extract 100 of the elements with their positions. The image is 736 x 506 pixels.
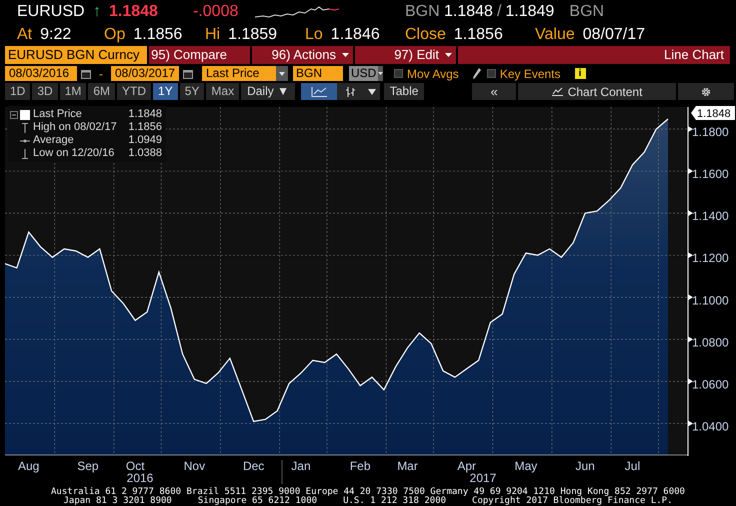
end-date-field[interactable]: 08/03/2017 [111, 66, 179, 81]
period-tab[interactable]: Max [206, 83, 240, 100]
price-change: -.0008 [193, 2, 240, 22]
x-tick-label: Apr [457, 459, 476, 473]
legend-value: 1.0388 [128, 147, 163, 160]
bid-price: 1.1848 [444, 2, 493, 22]
collapse-button[interactable]: « [472, 83, 516, 100]
footer-contacts: U.S. 1 212 318 2000 [343, 497, 446, 506]
calendar-icon[interactable] [183, 68, 193, 78]
legend-label: Last Price [33, 108, 83, 121]
ticker: EURUSD [17, 2, 86, 22]
legend-label: Average [33, 134, 75, 147]
y-tick-label: 1.1200 [692, 251, 729, 266]
source-label: BGN [569, 2, 604, 22]
field-label: Op [104, 24, 126, 44]
legend-value: 1.0949 [128, 134, 163, 147]
field-label: At [17, 24, 32, 44]
x-tick-label: Feb [350, 459, 371, 473]
menu-button[interactable]: 96) Actions [252, 46, 353, 64]
direction-arrow: ↑ [93, 2, 102, 22]
frequency-dropdown[interactable]: Daily ▼ [241, 83, 296, 100]
period-tab[interactable]: 1Y [153, 83, 178, 100]
field-dropdown[interactable]: Last Price [202, 66, 288, 81]
y-tick-label: 1.1000 [692, 293, 729, 308]
checkbox[interactable]: Key Events [486, 64, 561, 82]
caret-icon [279, 72, 285, 76]
settings-icon [701, 86, 712, 96]
pencil-icon[interactable] [472, 68, 481, 79]
caret-icon [368, 88, 376, 94]
chart-title: Line Chart [458, 46, 730, 64]
x-tick-label: Dec [242, 459, 264, 473]
calendar-icon[interactable] [81, 68, 91, 78]
field-value: 1.1859 [228, 24, 278, 44]
x-tick-label: Aug [18, 459, 40, 473]
source-label: BGN [405, 2, 441, 22]
period-tab[interactable]: 1M [60, 83, 86, 100]
field-value: 08/07/17 [582, 24, 646, 44]
bars-button[interactable] [337, 83, 364, 100]
line-chart-icon [311, 86, 328, 96]
x-tick-label: Nov [184, 459, 206, 473]
x-tick-label: May [514, 459, 538, 473]
y-tick-label: 1.1800 [692, 125, 729, 140]
last-price: 1.1848 [109, 2, 159, 22]
chart-content-button[interactable]: Chart Content [518, 83, 676, 100]
footer-contacts: Copyright 2017 Bloomberg Finance L.P. [472, 497, 673, 506]
menu-button[interactable]: 97) Edit [355, 46, 456, 64]
dropdown-button[interactable] [364, 83, 380, 100]
period-tab[interactable]: 3D [32, 83, 58, 100]
period-tab[interactable]: YTD [117, 83, 152, 100]
field-label: Lo [305, 24, 323, 44]
legend-label: Low on 12/20/16 [33, 147, 116, 160]
ask-price: 1.1849 [505, 2, 556, 22]
period-tab[interactable]: 6M [88, 83, 116, 100]
x-tick-label: Oct [126, 459, 145, 473]
line-chart-button[interactable] [301, 83, 338, 100]
x-tick-label: Jun [575, 459, 595, 473]
x-tick-label: Mar [397, 459, 418, 473]
field-value: 9:22 [40, 24, 72, 44]
year-label: 2016 [126, 471, 154, 485]
checkbox[interactable]: Mov Avgs [394, 64, 459, 82]
footer-contacts: Singapore 65 6212 1000 [198, 497, 318, 506]
footer-contacts: Japan 81 3 3201 8900 [63, 497, 172, 506]
period-tab[interactable]: 5Y [180, 83, 204, 100]
legend-value: 1.1848 [128, 108, 163, 121]
field-label: Hi [205, 24, 220, 44]
x-tick-label: Jan [291, 459, 311, 473]
field-label: Value [535, 24, 575, 44]
y-tick-label: 1.1600 [692, 167, 729, 182]
footer-contacts: Australia 61 2 9777 8600 Brazil 5511 2395 9000 Europe 44 20 7330 7500 Germany 49 69 9204 1210 Hong Kong 852 2977 6000 [51, 488, 685, 497]
field-value: 1.1856 [454, 24, 503, 44]
info-badge[interactable]: i [574, 68, 586, 79]
bars-icon [345, 86, 356, 96]
menu-button[interactable]: 95) Compare [149, 46, 250, 64]
caret-icon [378, 72, 384, 75]
low-marker-icon [20, 148, 30, 158]
legend-label: High on 08/02/17 [33, 121, 118, 134]
chart-icon [552, 87, 563, 96]
source-field[interactable]: BGN [293, 66, 343, 81]
field-label: Close [405, 24, 446, 44]
currency-dropdown[interactable]: USD [349, 66, 383, 81]
y-tick-label: 1.0400 [692, 419, 729, 434]
x-tick-label: Sep [77, 459, 99, 473]
start-date-field[interactable]: 08/03/2016 [5, 66, 77, 81]
settings-button[interactable] [678, 83, 734, 100]
y-tick-label: 1.1400 [692, 209, 729, 224]
x-tick-label: Jul [624, 459, 640, 473]
year-label: 2017 [470, 471, 496, 485]
y-tick-label: 1.0600 [692, 377, 729, 392]
high-marker-icon [20, 122, 30, 132]
series-swatch-icon [20, 110, 30, 120]
legend-value: 1.1856 [128, 121, 163, 134]
table-button[interactable]: Table [384, 83, 424, 100]
field-value: 1.1856 [133, 24, 182, 44]
collapse-icon[interactable] [10, 110, 18, 118]
price-separator: / [496, 2, 502, 22]
period-tab[interactable]: 1D [5, 83, 30, 100]
last-price-tag: 1.1848 [691, 106, 735, 120]
security-field[interactable]: EURUSD BGN Curncy [5, 46, 147, 64]
y-tick-label: 1.0800 [692, 335, 729, 350]
field-value: 1.1846 [330, 24, 380, 44]
